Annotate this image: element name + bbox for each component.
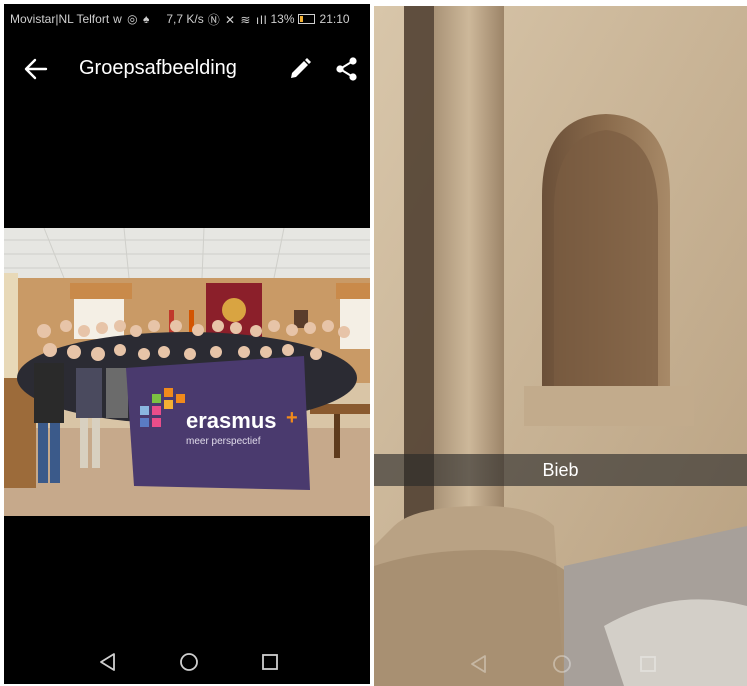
- notification-icons: w ◎ ♠: [113, 12, 151, 26]
- group-photo[interactable]: erasmus + meer perspectief: [4, 228, 370, 516]
- nav-home-button-faded[interactable]: [550, 652, 574, 676]
- circle-home-icon: [553, 655, 571, 673]
- signal-wifi-icons: Ⓝ ✕ ≋ ıll: [207, 12, 268, 27]
- right-snap-screen: Bieb: [374, 6, 747, 686]
- clock: 21:10: [319, 12, 350, 26]
- arrow-left-icon: [24, 58, 48, 80]
- nav-back-button-faded[interactable]: [467, 652, 491, 676]
- back-button[interactable]: [22, 56, 50, 82]
- nav-recents-button-faded[interactable]: [636, 652, 660, 676]
- group-photo-image: erasmus + meer perspectief: [4, 228, 370, 516]
- battery-percent: 13%: [270, 12, 295, 26]
- banner-tagline-text: meer perspectief: [186, 436, 261, 447]
- triangle-back-icon: [471, 655, 486, 673]
- square-recents-icon: [262, 654, 278, 670]
- pencil-icon: [291, 58, 311, 78]
- edit-button[interactable]: [287, 56, 313, 82]
- nav-back-button[interactable]: [96, 650, 120, 674]
- share-button[interactable]: [334, 56, 360, 82]
- stone-wall-photo: [374, 6, 747, 686]
- circle-home-icon: [180, 653, 198, 671]
- page-title: Groepsafbeelding: [79, 57, 237, 79]
- nav-home-button[interactable]: [177, 650, 201, 674]
- status-bar: Movistar|NL Telfort w ◎ ♠ 7,7 K/s Ⓝ ✕ ≋ …: [4, 4, 370, 34]
- carrier-label: Movistar|NL Telfort: [10, 12, 110, 26]
- app-bar: Groepsafbeelding: [4, 44, 370, 94]
- navigation-bar: [4, 638, 370, 684]
- left-phone-screen: Movistar|NL Telfort w ◎ ♠ 7,7 K/s Ⓝ ✕ ≋ …: [4, 4, 370, 684]
- network-speed: 7,7 K/s: [166, 12, 204, 26]
- caption-text: Bieb: [542, 459, 579, 480]
- square-recents-icon: [640, 656, 656, 672]
- share-icon: [336, 57, 357, 81]
- battery-icon: [297, 14, 315, 24]
- triangle-back-icon: [100, 653, 115, 671]
- nav-recents-button[interactable]: [258, 650, 282, 674]
- navigation-bar-faded: [374, 640, 747, 686]
- caption-bar: Bieb: [374, 454, 747, 486]
- banner-plus-text: +: [286, 407, 298, 429]
- banner-brand-text: erasmus: [186, 408, 277, 433]
